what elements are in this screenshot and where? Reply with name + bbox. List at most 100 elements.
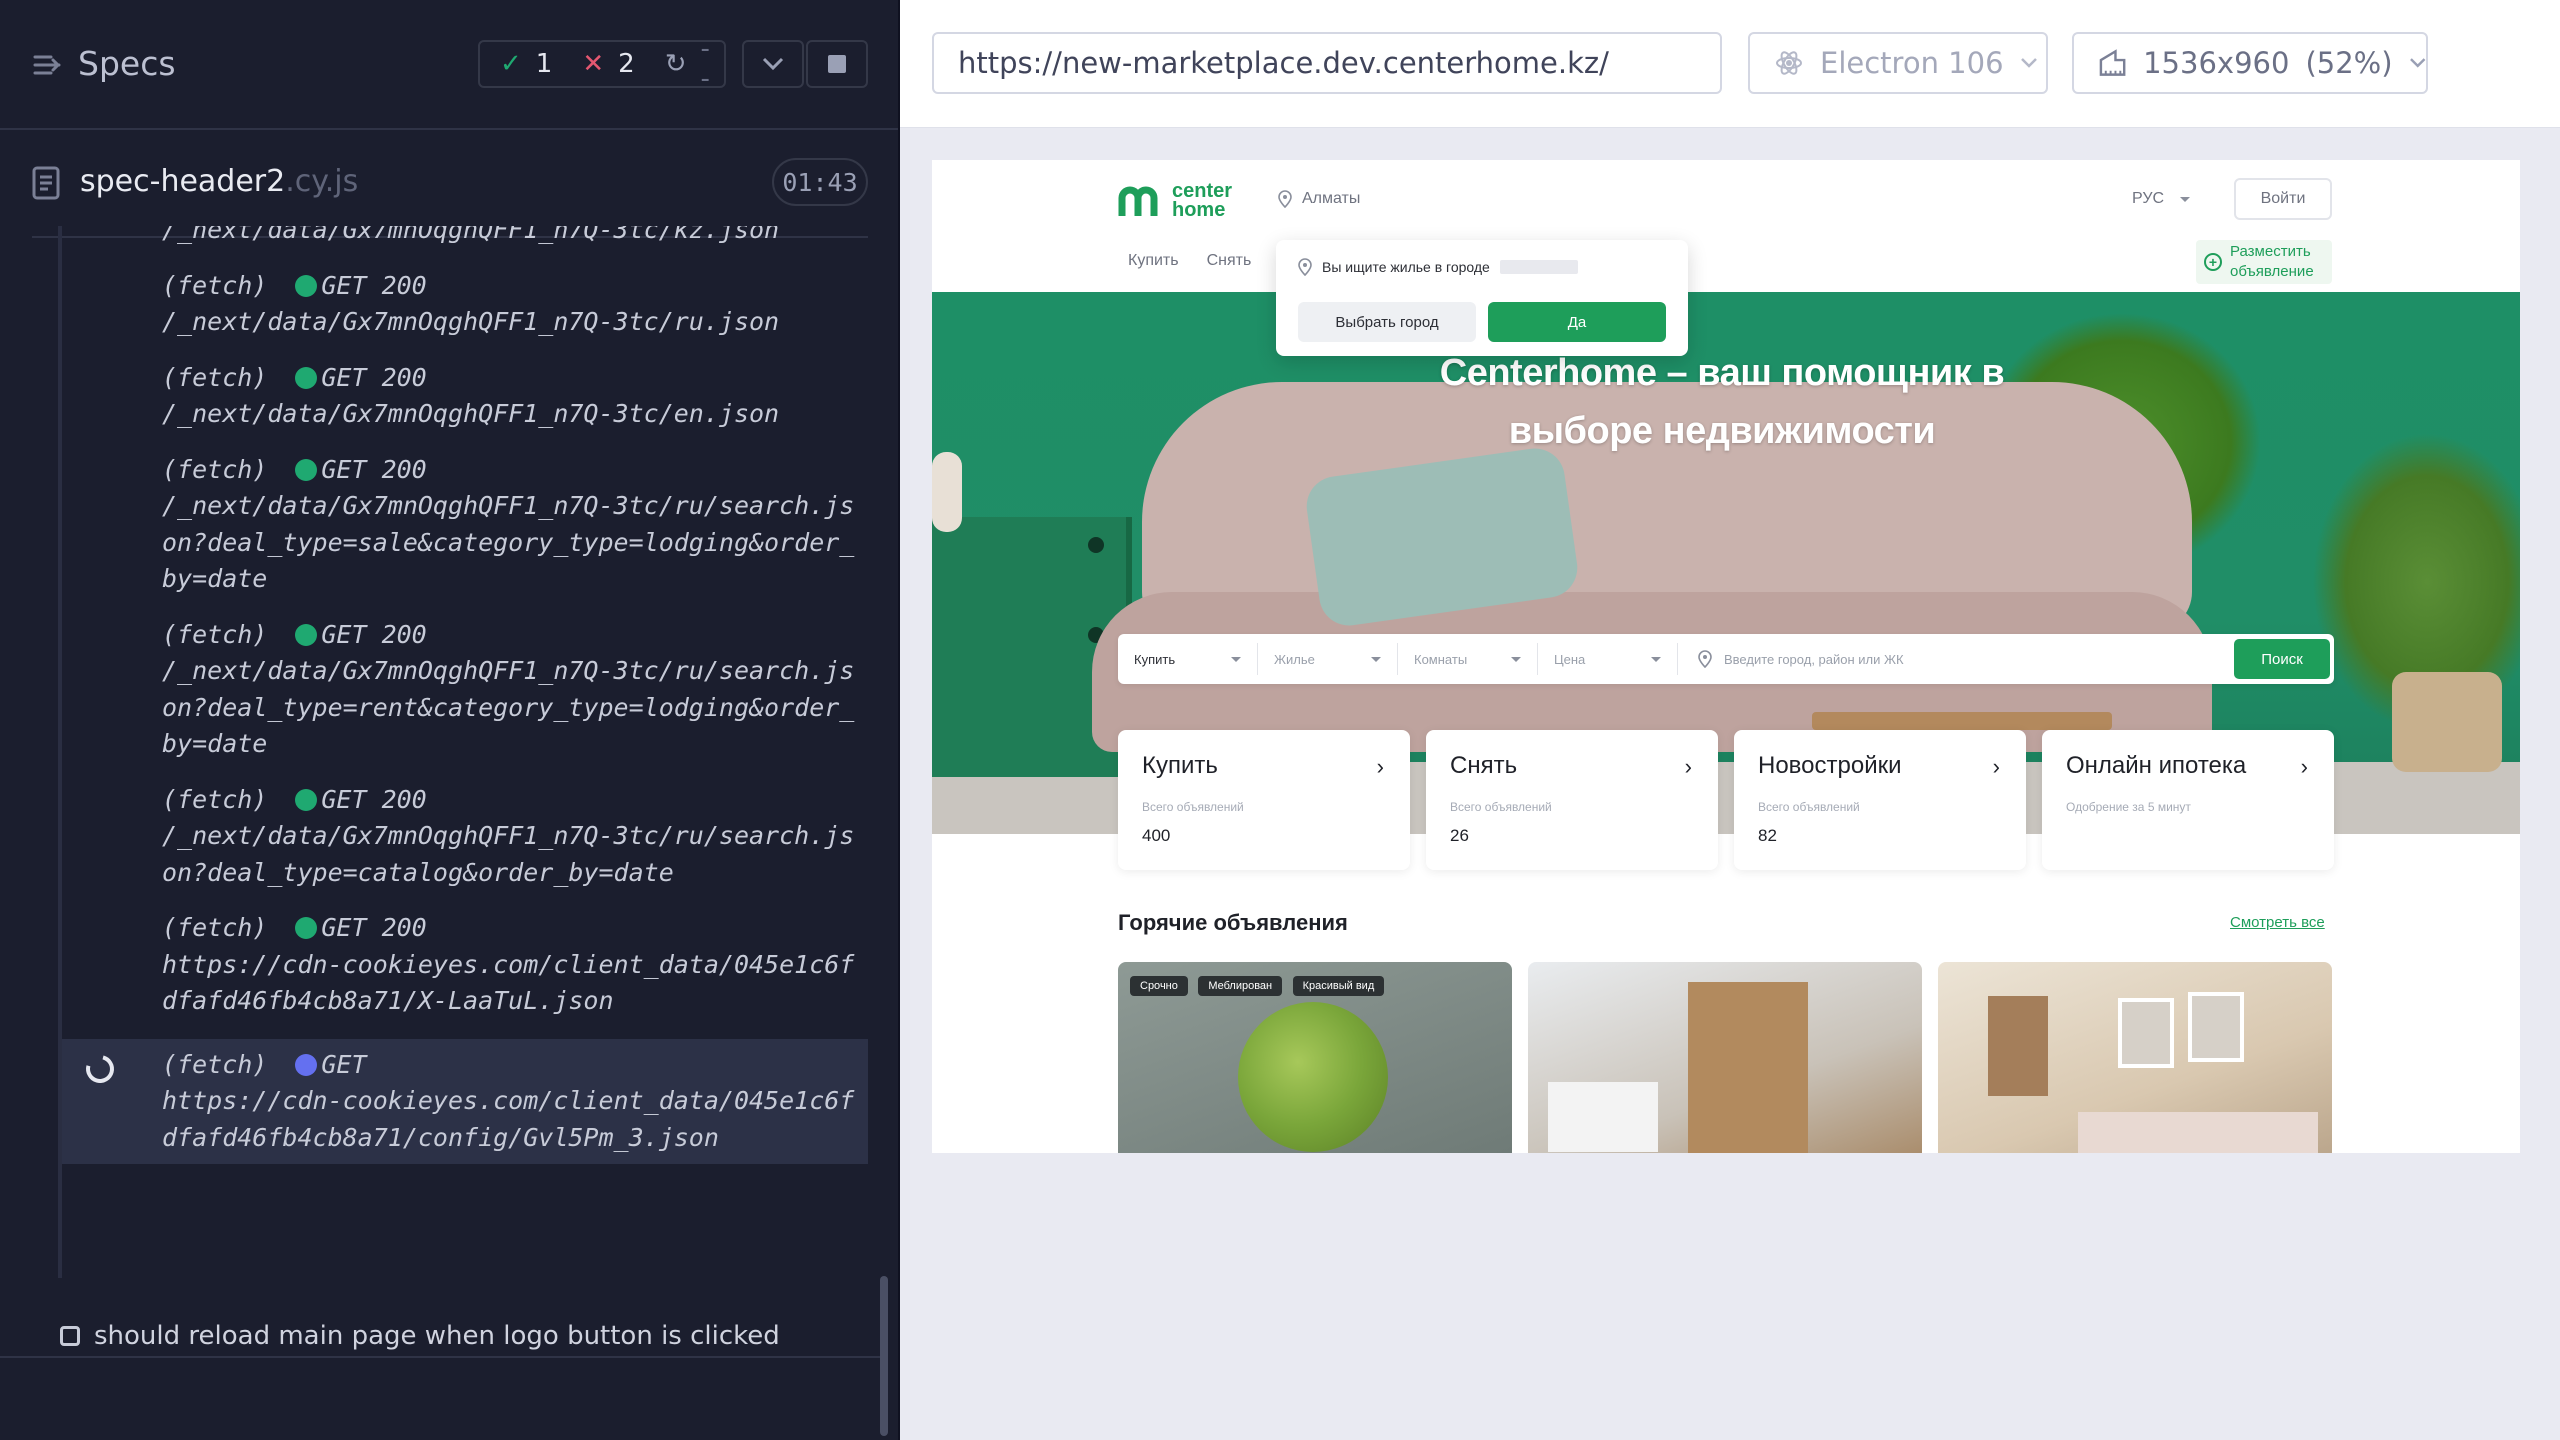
status-dot-icon [295,788,318,811]
location-pin-icon [1698,650,1712,668]
listing-card[interactable] [1528,962,1922,1153]
search-category[interactable]: Жилье [1258,643,1398,675]
chevron-right-icon: › [2300,754,2308,779]
command-log-entry[interactable]: (fetch) GET 200 https://cdn-cookieyes.com/… [62,910,868,1020]
login-button[interactable]: Войти [2234,178,2332,220]
city-confirm-popup: Вы ищите жилье в городе Выбрать город Да [1276,240,1688,356]
command-url: /_next/data/Gx7mnOqghQFF1_n7Q-3tc/ru.jso… [162,307,780,336]
check-icon: ✓ [500,49,522,79]
caret-down-icon [1511,656,1521,662]
search-deal-type[interactable]: Купить [1118,643,1258,675]
command-log-entry[interactable]: (fetch) GET 200 /_next/data/Gx7mnOqghQFF1_… [62,452,868,598]
spec-file-row[interactable]: spec-header2.cy.js 01:43 [0,150,900,220]
caret-down-icon [2180,196,2191,202]
menu-buy[interactable]: Купить [1128,252,1179,270]
city-placeholder [1499,260,1578,274]
chevron-down-icon [2409,58,2425,68]
command-name: (fetch) [162,270,268,300]
command-url: /_next/data/Gx7mnOqghQFF1_n7Q-3tc/ru/sea… [162,656,855,758]
city-question: Вы ищите жилье в городе [1298,258,1578,276]
logo-mark-icon [1118,186,1158,216]
x-icon: ✕ [582,49,605,79]
card-mortgage[interactable]: Онлайн ипотека › Одобрение за 5 минут [2042,730,2334,870]
command-method: GET 200 [321,913,427,942]
search-input[interactable]: Введите город, район или ЖК [1678,650,2234,668]
aut-header: https://new-marketplace.dev.centerhome.k… [900,0,2560,128]
command-method: GET [321,1049,367,1079]
search-button[interactable]: Поиск [2234,639,2330,679]
reporter-header: Specs ✓ 1 ✕ 2 ↻ -- [0,0,900,130]
command-url: /_next/data/Gx7mnOqghQFF1_n7Q-3tc/kz.jso… [162,226,780,244]
reporter-scrollbar[interactable] [880,1276,888,1436]
search-price[interactable]: Цена [1538,643,1678,675]
listing-tag: Срочно [1130,976,1188,996]
command-log-entry[interactable]: /_next/data/Gx7mnOqghQFF1_n7Q-3tc/kz.jso… [62,226,868,249]
hero-basket [2392,672,2502,772]
passed-count: ✓ 1 [500,49,553,79]
card-new-buildings[interactable]: Новостройки › Всего объявлений 82 [1734,730,2026,870]
card-buy[interactable]: Купить › Всего объявлений 400 [1118,730,1410,870]
loading-spinner-icon [80,1049,120,1088]
command-name: (fetch) [162,913,268,942]
card-rent[interactable]: Снять › Всего объявлений 26 [1426,730,1718,870]
command-url: /_next/data/Gx7mnOqghQFF1_n7Q-3tc/ru/sea… [162,821,855,887]
spec-file-name: spec-header2.cy.js [80,164,359,199]
listing-card[interactable]: Срочно Меблирован Красивый вид [1118,962,1512,1153]
command-url: /_next/data/Gx7mnOqghQFF1_n7Q-3tc/ru/sea… [162,491,855,593]
chevron-down-icon [762,57,784,71]
chevron-right-icon: › [1992,754,2000,779]
electron-icon [1776,51,1802,75]
choose-city-button[interactable]: Выбрать город [1298,302,1476,342]
aut-url-field[interactable]: https://new-marketplace.dev.centerhome.k… [932,32,1722,94]
viewport-zoom: (52%) [2305,46,2393,80]
collapse-button[interactable] [742,40,804,88]
site-header: center home Алматы РУС Войти Купить Снять… [932,160,2520,292]
spinner-icon: ↻ [664,49,687,79]
viewport-size: 1536x960 [2143,46,2290,80]
failed-count: ✕ 2 [582,49,635,79]
site-menu: Купить Снять [1128,252,1251,270]
command-log: /_next/data/Gx7mnOqghQFF1_n7Q-3tc/kz.jso… [58,226,868,1278]
command-log-entry[interactable]: (fetch) GET 200 /_next/data/Gx7mnOqghQFF1_… [62,268,868,341]
browser-selector[interactable]: Electron 106 [1748,32,2048,94]
site-logo[interactable]: center home [1118,181,1232,220]
category-cards: Купить › Всего объявлений 400 Снять › Всего… [1118,730,2334,870]
command-log-entry[interactable]: (fetch) GET https://cdn-cookieyes.com/clie… [62,1038,868,1164]
hero-title: Centerhome – ваш помощник в выборе недвиж… [1439,352,2005,452]
see-all-link[interactable]: Смотреть все [2230,914,2325,931]
caret-down-icon [1231,656,1241,662]
hot-listings-title: Горячие объявления [1118,910,1348,935]
command-log-entry[interactable]: (fetch) GET 200 /_next/data/Gx7mnOqghQFF1_… [62,360,868,433]
chevron-down-icon [2020,58,2037,68]
specs-title[interactable]: Specs [78,44,176,83]
cypress-reporter: Specs ✓ 1 ✕ 2 ↻ -- spec-header2.cy.js 01:43… [0,0,900,1440]
viewport-selector[interactable]: 1536x960 (52%) [2072,32,2428,94]
caret-down-icon [1651,656,1661,662]
test-title-row[interactable]: should reload main page when logo button… [58,1312,868,1360]
listing-card[interactable] [1938,962,2332,1153]
hero-table [1812,712,2112,730]
spec-duration: 01:43 [772,158,868,206]
command-log-entry[interactable]: (fetch) GET 200 /_next/data/Gx7mnOqghQFF1_… [62,617,868,763]
command-name: (fetch) [162,619,268,649]
search-bar: Купить Жилье Комнаты Цена Введите город,… [1118,634,2334,684]
city-selector[interactable]: Алматы [1278,190,1360,208]
stats-panel: ✓ 1 ✕ 2 ↻ -- [478,34,726,94]
command-name: (fetch) [162,362,268,392]
command-method: GET 200 [321,619,427,649]
status-dot-icon [295,1053,318,1076]
post-listing-button[interactable]: + Разместить объявление [2196,240,2332,284]
stop-icon [828,55,846,73]
specs-menu-icon[interactable] [32,50,62,80]
confirm-city-button[interactable]: Да [1488,302,1666,342]
panel-resizer[interactable] [898,0,900,1440]
stop-button[interactable] [806,40,868,88]
search-rooms[interactable]: Комнаты [1398,643,1538,675]
command-log-entry[interactable]: (fetch) GET 200 /_next/data/Gx7mnOqghQFF1_… [62,782,868,892]
divider [0,1356,880,1358]
chevron-right-icon: › [1376,754,1384,779]
menu-rent[interactable]: Снять [1207,252,1252,270]
command-url: /_next/data/Gx7mnOqghQFF1_n7Q-3tc/en.jso… [162,399,780,428]
language-selector[interactable]: РУС [2132,190,2191,208]
test-status-icon [60,1326,80,1346]
